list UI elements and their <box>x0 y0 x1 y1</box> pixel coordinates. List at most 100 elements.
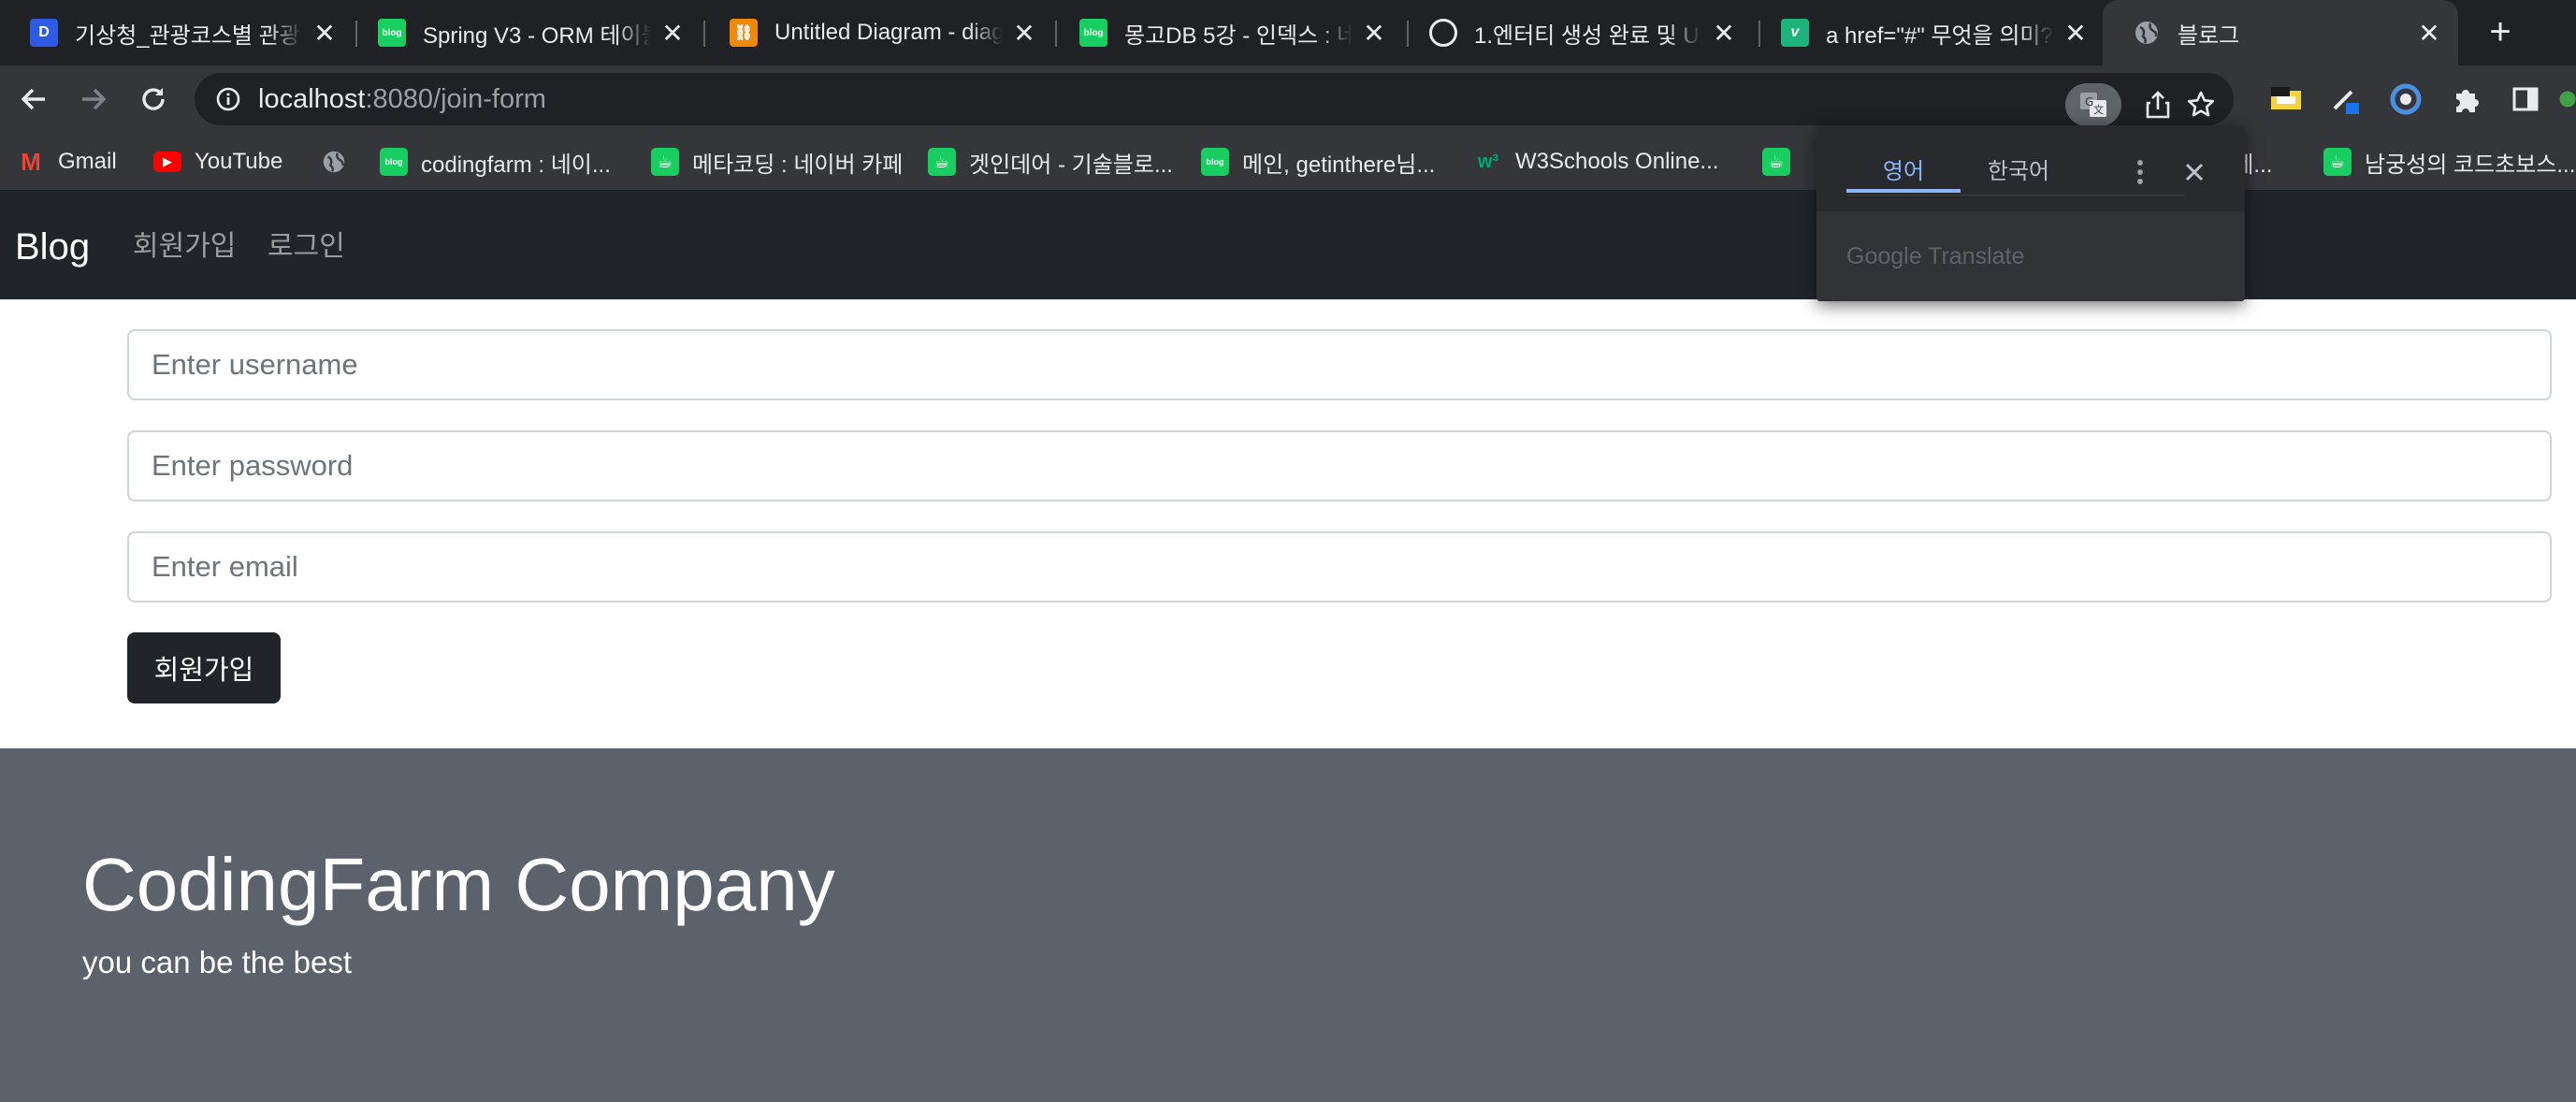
bookmark-label: YouTube <box>195 149 283 174</box>
translate-footer: Google Translate <box>1816 211 2245 301</box>
bookmark-gmail[interactable]: M Gmail <box>17 133 117 191</box>
translate-tab-target[interactable]: 한국어 <box>1961 153 2077 193</box>
translate-close-button[interactable] <box>2176 153 2213 191</box>
tab-title: Untitled Diagram - diagrams.net <box>774 20 1003 45</box>
browser-toolbar: localhost:8080/join-form G文 <box>0 65 2576 133</box>
w3schools-icon: w³ <box>1477 151 1499 172</box>
back-arrow-icon <box>21 88 45 110</box>
close-icon[interactable]: ✕ <box>311 18 339 49</box>
translate-tab-divider <box>1846 195 2185 196</box>
side-panel-icon <box>2512 87 2539 111</box>
back-button[interactable] <box>13 79 54 120</box>
tab-title: 몽고DB 5강 - 인덱스 : 네이버 <box>1124 22 1353 49</box>
close-icon[interactable]: ✕ <box>2415 18 2443 49</box>
extension-button[interactable] <box>2327 80 2365 118</box>
naver-blog-icon: blog <box>378 19 406 47</box>
tab-title: 블로그 <box>2178 22 2240 49</box>
tab-title: Spring V3 - ORM 테이블 <box>423 22 651 49</box>
bookmark-w3schools[interactable]: w³ W3Schools Online... <box>1474 133 1719 191</box>
svg-text:G: G <box>2085 95 2093 109</box>
bookmark-label: codingfarm : 네이... <box>421 152 611 178</box>
profile-avatar[interactable] <box>2559 80 2576 118</box>
translate-tab-source[interactable]: 영어 <box>1846 153 1961 193</box>
translate-icon: G文 <box>2080 93 2106 117</box>
url-text[interactable]: localhost:8080/join-form <box>258 73 546 125</box>
address-bar[interactable]: localhost:8080/join-form G文 <box>195 73 2234 126</box>
bookmark-getinthere-main[interactable]: blog 메인, getinthere님... <box>1201 133 1435 191</box>
bookmark-cafe[interactable]: ☕ <box>1762 133 1803 191</box>
url-host: localhost <box>258 84 366 114</box>
extension-colorful-icon <box>2271 87 2301 109</box>
tab-title: 1.엔터티 생성 완료 및 UI <box>1474 22 1702 49</box>
browser-tab[interactable]: 1.엔터티 생성 완료 및 UI ✕ <box>1399 0 1753 65</box>
browser-tab-strip: D 기상청_관광코스별 관광지 ✕ blog Spring V3 - ORM 테… <box>0 0 2576 65</box>
close-icon[interactable]: ✕ <box>658 18 687 49</box>
close-icon[interactable]: ✕ <box>1360 18 1388 49</box>
bookmark-star-button[interactable] <box>2179 83 2222 126</box>
naver-cafe-icon: ☕ <box>928 148 956 176</box>
naver-blog-icon: blog <box>380 148 408 176</box>
password-input[interactable] <box>127 430 2552 501</box>
close-icon <box>2185 163 2204 181</box>
youtube-icon: ▶ <box>153 152 181 172</box>
reload-icon <box>142 88 165 110</box>
site-brand-link[interactable]: Blog <box>15 191 90 303</box>
drawio-icon: ⛓ <box>730 19 758 47</box>
bookmark-label: 메인, getinthere님... <box>1242 152 1436 178</box>
browser-tab[interactable]: ⛓ Untitled Diagram - diagrams.net ✕ <box>700 0 1053 65</box>
bookmark-namgungsung[interactable]: ☕ 남궁성의 코드초보스... <box>2323 133 2575 191</box>
bookmark-metacoding[interactable]: ☕ 메타코딩 : 네이버 카페 <box>651 133 903 191</box>
browser-tab-active[interactable]: 블로그 ✕ <box>2103 0 2458 65</box>
bookmark-youtube[interactable]: ▶ YouTube <box>153 133 282 191</box>
reload-button[interactable] <box>133 79 174 120</box>
browser-tab[interactable]: v a href="#" 무엇을 의미? ✕ <box>1751 0 2105 65</box>
eyedropper-icon <box>2333 90 2359 114</box>
gmail-icon: M <box>21 147 41 176</box>
avatar-icon <box>2559 91 2576 108</box>
bookmark-codingfarm[interactable]: blog codingfarm : 네이... <box>380 133 611 191</box>
translate-button[interactable]: G文 <box>2065 83 2121 126</box>
bookmark-label: Gmail <box>58 149 117 174</box>
close-icon[interactable]: ✕ <box>2062 18 2090 49</box>
extension-button[interactable] <box>2267 80 2305 118</box>
naver-cafe-icon: ☕ <box>1762 148 1790 176</box>
side-panel-button[interactable] <box>2507 80 2544 118</box>
share-button[interactable] <box>2136 83 2179 126</box>
extensions-menu-button[interactable] <box>2447 80 2484 118</box>
extension-button[interactable] <box>2387 80 2424 118</box>
forward-arrow-icon <box>82 88 107 110</box>
share-icon <box>2146 91 2170 119</box>
google-translate-brand: Google Translate <box>1846 243 2025 269</box>
kebab-menu-icon <box>2137 160 2143 184</box>
translate-popup: 영어 한국어 Google Translate <box>1816 125 2245 301</box>
browser-tab[interactable]: D 기상청_관광코스별 관광지 ✕ <box>0 0 354 65</box>
browser-tab[interactable]: blog Spring V3 - ORM 테이블 ✕ <box>348 0 702 65</box>
join-submit-button[interactable]: 회원가입 <box>127 632 281 703</box>
bookmark-label: 남궁성의 코드초보스... <box>2365 152 2576 178</box>
info-icon[interactable] <box>215 86 241 112</box>
naver-cafe-icon: ☕ <box>651 148 679 176</box>
svg-text:文: 文 <box>2093 103 2104 116</box>
naver-cafe-icon: ☕ <box>2323 148 2352 176</box>
bookmark-getinthere-blog[interactable]: ☕ 겟인데어 - 기술블로... <box>928 133 1173 191</box>
nav-link-login[interactable]: 로그인 <box>268 191 345 303</box>
globe-icon <box>320 148 348 176</box>
tab-title: 기상청_관광코스별 관광지 <box>75 22 303 49</box>
d-doc-icon: D <box>30 19 58 47</box>
close-icon[interactable]: ✕ <box>1710 18 1738 49</box>
sync-circle-icon <box>2390 83 2422 115</box>
naver-blog-icon: blog <box>1079 19 1107 47</box>
globe-icon <box>2133 19 2161 47</box>
v-icon: v <box>1781 19 1809 47</box>
forward-button[interactable] <box>73 79 114 120</box>
bookmark-globe[interactable] <box>320 133 361 191</box>
url-path: :8080/join-form <box>365 84 546 114</box>
join-form: 회원가입 <box>127 329 2552 703</box>
close-icon[interactable]: ✕ <box>1010 18 1038 49</box>
email-input[interactable] <box>127 531 2552 602</box>
new-tab-button[interactable]: + <box>2479 11 2522 54</box>
username-input[interactable] <box>127 329 2552 400</box>
nav-link-join[interactable]: 회원가입 <box>133 191 236 303</box>
browser-tab[interactable]: blog 몽고DB 5강 - 인덱스 : 네이버 ✕ <box>1049 0 1403 65</box>
translate-menu-button[interactable] <box>2129 153 2151 191</box>
